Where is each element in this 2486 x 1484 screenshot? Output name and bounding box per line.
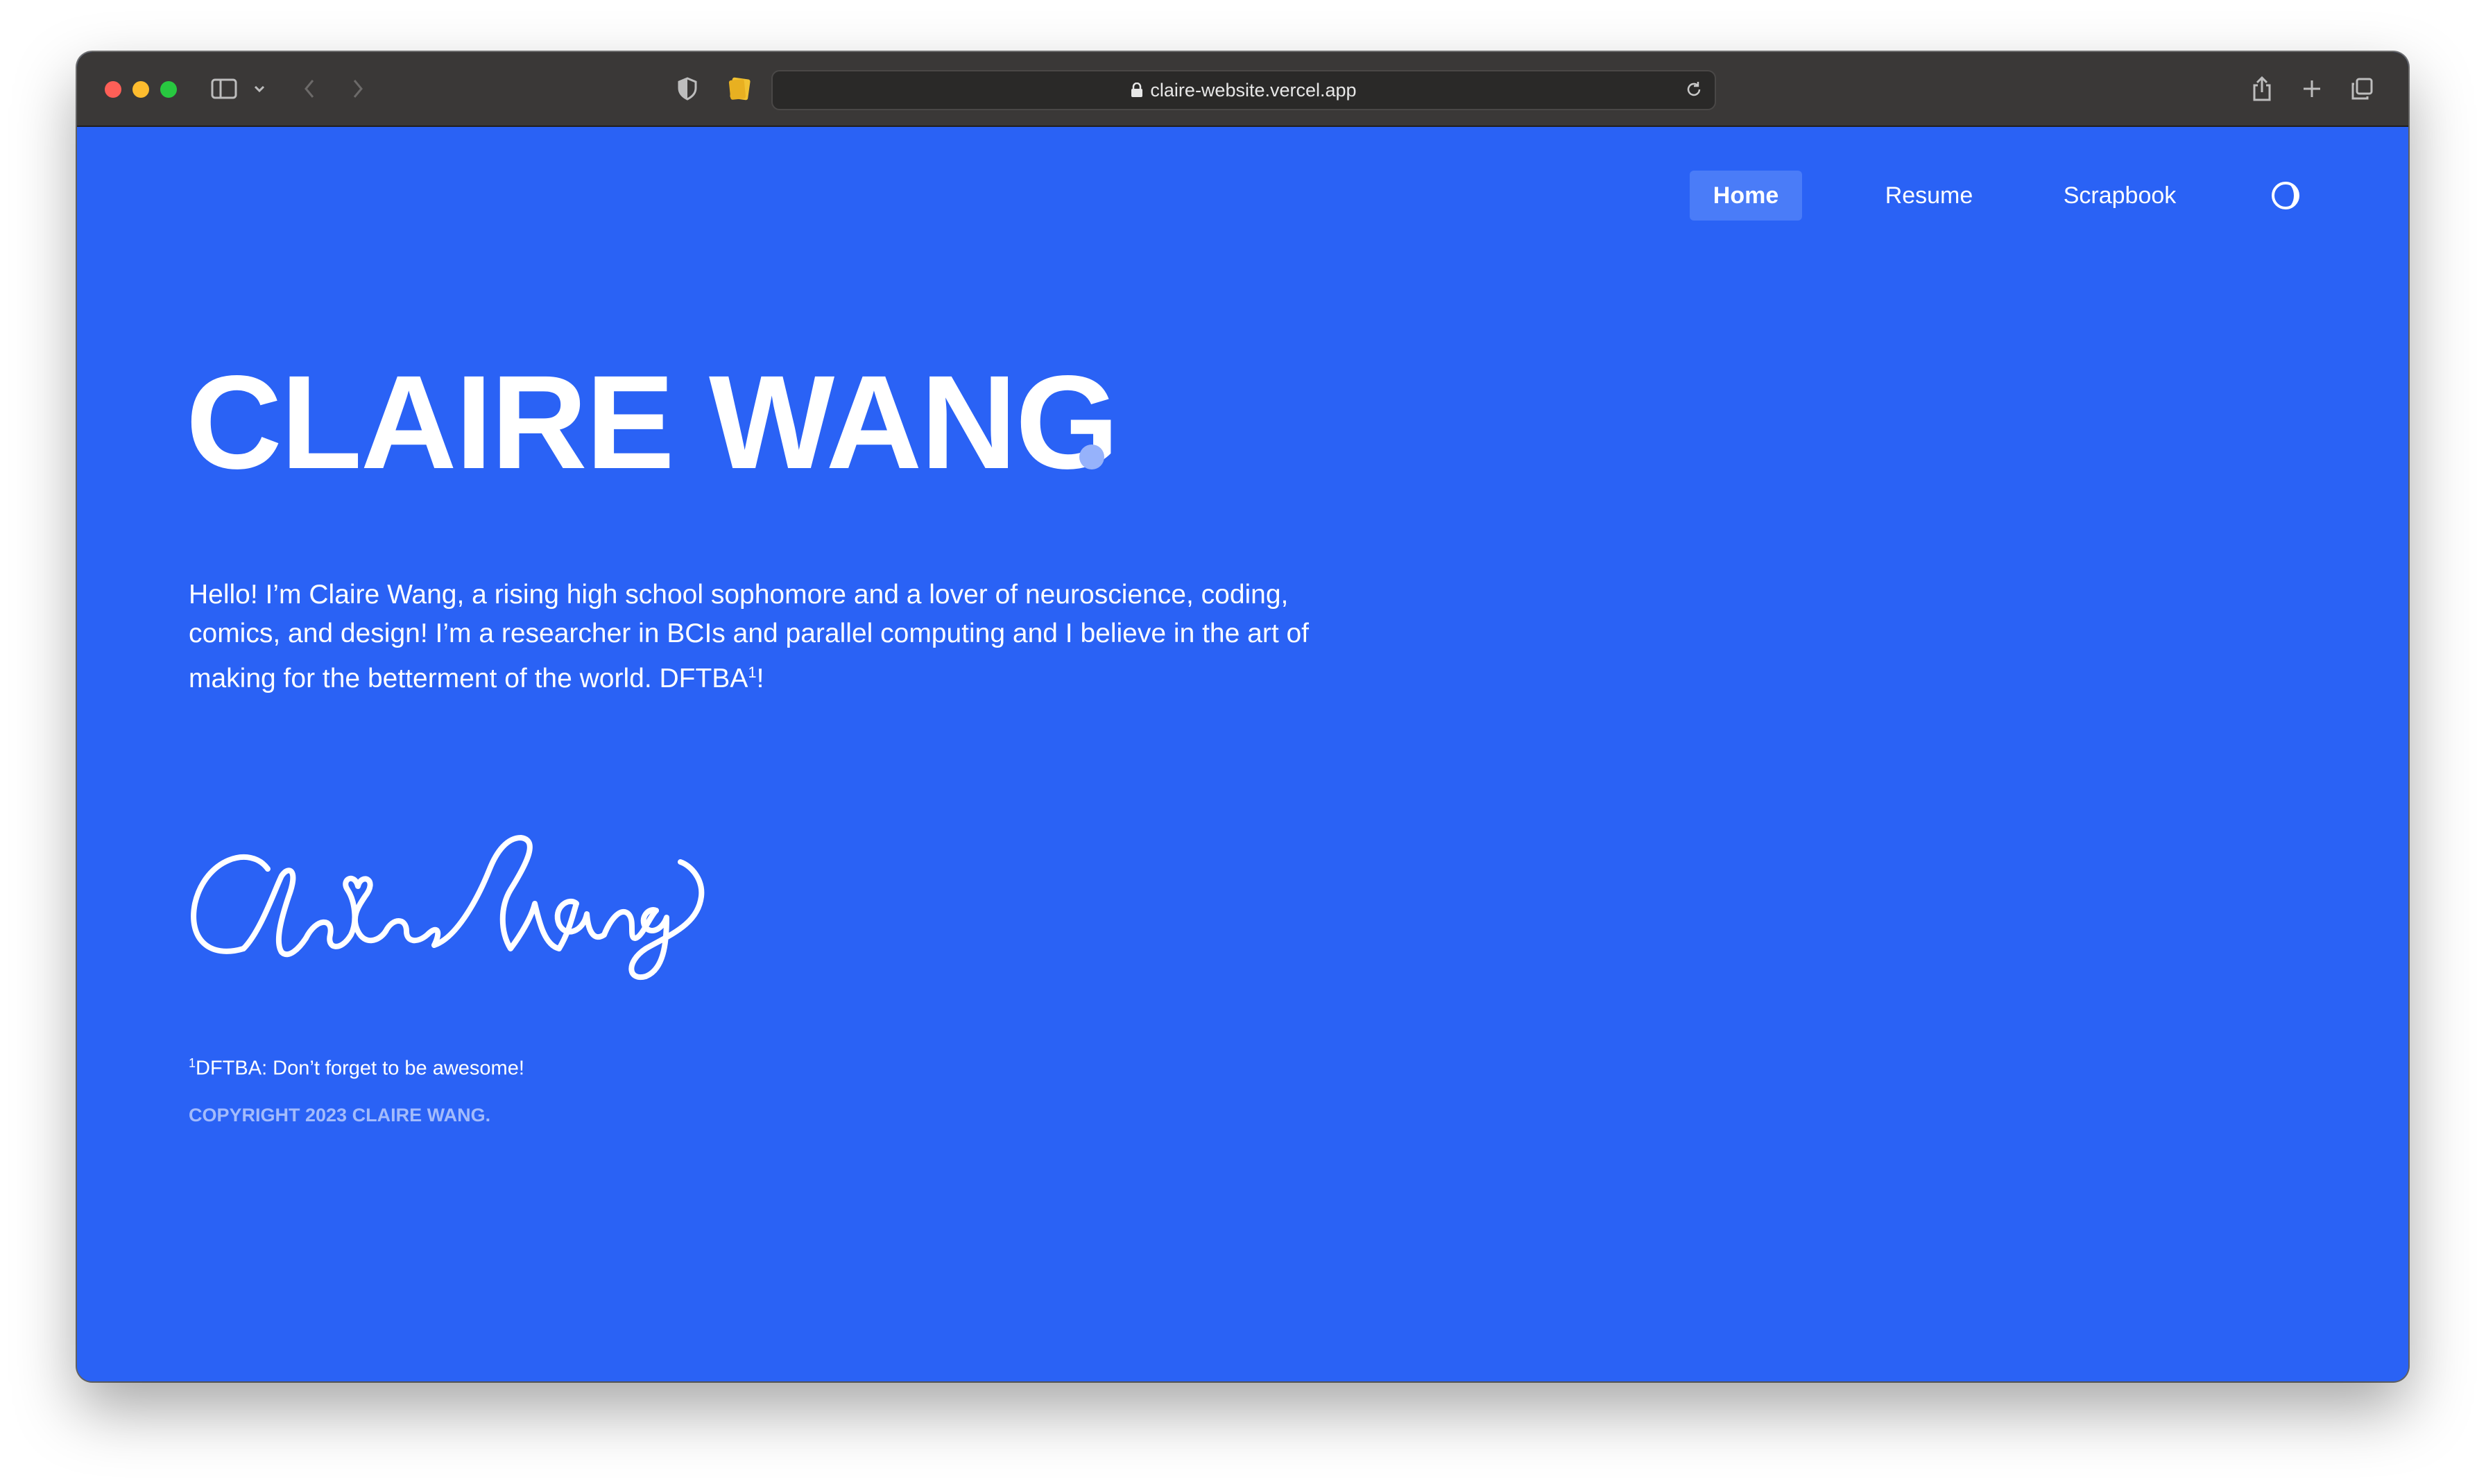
page-content: Home Resume Scrapbook CLAIRE WANG Hello!… [77,127,2408,1381]
nav-scrapbook[interactable]: Scrapbook [2030,171,2210,221]
footnote-marker: 1 [748,664,757,681]
bio-paragraph: Hello! I’m Claire Wang, a rising high sc… [189,576,1326,698]
footnote-text: DFTBA: Don’t forget to be awesome! [196,1057,524,1080]
theme-toggle-icon[interactable] [2269,179,2302,212]
page-title: CLAIRE WANG [186,347,1119,497]
new-tab-icon[interactable] [2298,52,2326,126]
bio-end: ! [756,664,764,693]
forward-icon[interactable] [346,52,370,126]
reload-icon[interactable] [1684,80,1704,104]
footnote-number: 1 [189,1056,196,1070]
browser-titlebar: claire-website.vercel.app [77,52,2408,127]
address-bar[interactable]: claire-website.vercel.app [771,70,1716,110]
footnote: 1DFTBA: Don’t forget to be awesome! [189,1056,524,1080]
share-icon[interactable] [2248,52,2276,126]
copyright-text: COPYRIGHT 2023 CLAIRE WANG. [189,1105,491,1125]
back-icon[interactable] [298,52,321,126]
tab-overview-icon[interactable] [2348,52,2376,126]
nav-home[interactable]: Home [1690,171,1802,221]
maximize-window-button[interactable] [160,81,177,98]
title-accent-dot [1079,445,1104,469]
lock-icon [1131,83,1143,98]
close-window-button[interactable] [105,81,121,98]
sidebar-icon[interactable] [209,52,239,126]
shield-icon[interactable] [674,52,701,126]
nav-resume[interactable]: Resume [1853,171,2005,221]
chevron-down-icon[interactable] [252,52,267,126]
notes-extension-icon[interactable] [725,52,755,126]
minimize-window-button[interactable] [132,81,149,98]
url-text: claire-website.vercel.app [1150,79,1357,101]
browser-window: claire-website.vercel.app Home Resume Sc… [77,52,2408,1381]
signature-image [191,835,705,981]
